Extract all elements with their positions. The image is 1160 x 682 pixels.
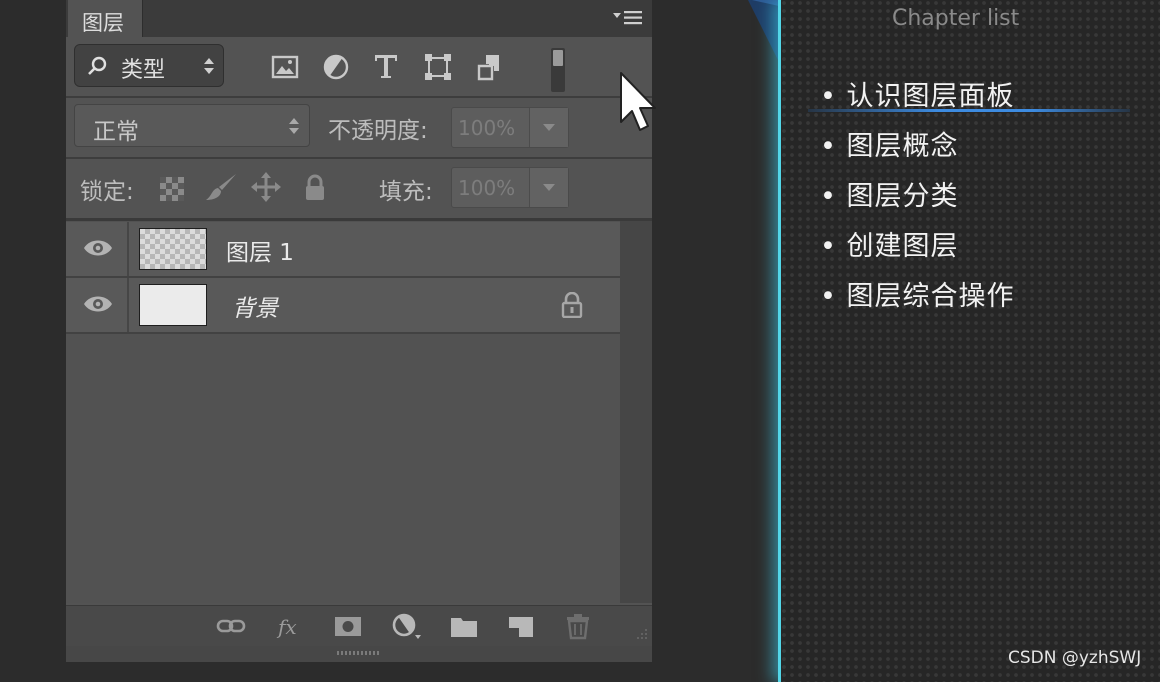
fill-label: 填充: <box>379 179 433 205</box>
opacity-value: 100% <box>458 116 516 140</box>
adjustment-icon[interactable] <box>391 612 421 640</box>
type-layer-filter-icon[interactable] <box>371 51 401 81</box>
scrollbar[interactable] <box>620 221 652 603</box>
new-layer-icon[interactable] <box>506 612 536 640</box>
resize-grip-icon[interactable] <box>632 626 648 642</box>
layer-name[interactable]: 背景 <box>232 289 278 323</box>
lock-icon <box>561 292 583 318</box>
chapter-item-1[interactable]: • 认识图层面板 <box>820 74 1015 113</box>
eye-icon <box>84 296 112 312</box>
fx-icon[interactable]: fx <box>276 612 306 640</box>
lock-transparent-pixels-icon[interactable] <box>158 174 186 202</box>
opacity-field[interactable]: 100% <box>451 107 569 148</box>
chevron-down-icon <box>543 124 555 131</box>
chapter-item-3[interactable]: • 图层分类 <box>820 174 959 213</box>
opacity-label: 不透明度: <box>328 118 428 144</box>
chevron-down-icon <box>543 184 555 191</box>
smart-object-filter-icon[interactable] <box>475 52 505 82</box>
chapter-item-4[interactable]: • 创建图层 <box>820 224 959 263</box>
chapter-item-2[interactable]: • 图层概念 <box>820 124 959 163</box>
blend-mode-select[interactable]: 正常 <box>74 104 310 147</box>
layer-thumbnail[interactable] <box>139 284 207 326</box>
filter-kind-label: 类型 <box>121 58 166 83</box>
divider <box>66 157 652 159</box>
opacity-dropdown-button[interactable] <box>529 108 568 147</box>
updown-arrows-icon <box>289 118 299 134</box>
shape-layer-filter-icon[interactable] <box>423 52 453 82</box>
grip-icon <box>337 651 379 655</box>
pixel-layer-filter-icon[interactable] <box>270 52 300 82</box>
adjustment-layer-filter-icon[interactable] <box>321 52 351 82</box>
fill-value: 100% <box>458 176 516 200</box>
eye-icon <box>84 240 112 256</box>
visibility-toggle[interactable] <box>66 222 129 276</box>
layer-list: 图层 1 背景 <box>66 221 620 603</box>
visibility-toggle[interactable] <box>66 278 129 332</box>
fill-dropdown-button[interactable] <box>529 168 568 207</box>
trash-icon[interactable] <box>563 612 593 640</box>
mouse-pointer-icon <box>620 72 656 131</box>
tab-layers-label: 图层 <box>82 11 124 35</box>
layer-name[interactable]: 图层 1 <box>226 233 294 267</box>
panel-tab-bar: 图层 <box>66 0 652 37</box>
watermark: CSDN @yzhSWJ <box>1008 648 1142 668</box>
svg-text:fx: fx <box>276 615 297 639</box>
layers-panel: 图层 类型 正常 不透明度: 100% 锁定: 填充: 100% 图层 1 背景… <box>66 0 656 662</box>
mask-icon[interactable] <box>333 612 363 640</box>
divider <box>66 96 652 98</box>
filter-kind-select[interactable]: 类型 <box>74 44 224 87</box>
updown-arrows-icon <box>204 58 214 74</box>
blend-mode-label: 正常 <box>93 119 139 145</box>
panel-resize-handle[interactable] <box>66 646 652 662</box>
link-icon[interactable] <box>216 612 246 640</box>
tab-layers[interactable]: 图层 <box>68 0 143 37</box>
folder-icon[interactable] <box>449 612 479 640</box>
lock-all-icon[interactable] <box>301 173 329 201</box>
panel-menu-icon[interactable] <box>612 6 644 30</box>
layer-row[interactable]: 背景 <box>66 278 620 334</box>
chapter-list-title: Chapter list <box>892 6 1020 31</box>
filter-toggle-switch[interactable] <box>551 48 565 92</box>
lock-position-move-icon[interactable] <box>251 172 281 202</box>
fill-field[interactable]: 100% <box>451 167 569 208</box>
layer-thumbnail[interactable] <box>139 228 207 270</box>
layer-row[interactable]: 图层 1 <box>66 222 620 278</box>
lock-image-pixels-brush-icon[interactable] <box>204 172 240 204</box>
search-icon <box>88 56 107 75</box>
lock-label: 锁定: <box>80 179 134 205</box>
active-chapter-underline <box>808 109 1130 112</box>
chapter-item-5[interactable]: • 图层综合操作 <box>820 274 1015 313</box>
panel-footer: fx <box>66 605 652 646</box>
